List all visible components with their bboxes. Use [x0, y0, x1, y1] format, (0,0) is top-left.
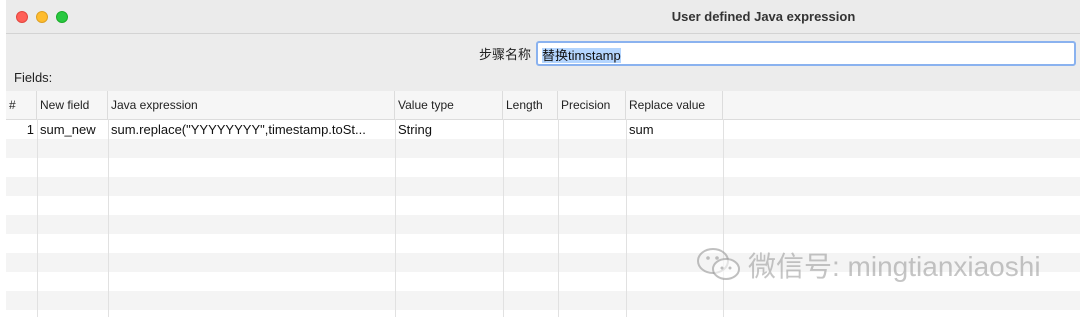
dialog-window: User defined Java expression 步骤名称 替换tims…: [6, 0, 1080, 317]
column-divider: [37, 119, 38, 317]
empty-table-row[interactable]: [6, 177, 1080, 196]
column-divider: [395, 119, 396, 317]
empty-table-row[interactable]: [6, 215, 1080, 234]
column-header-length[interactable]: Length: [503, 91, 558, 119]
column-header-new-field[interactable]: New field: [37, 91, 108, 119]
fields-label: Fields:: [14, 70, 53, 85]
step-name-label: 步骤名称: [478, 47, 531, 62]
column-divider: [626, 119, 627, 317]
cell-new-field[interactable]: sum_new: [37, 120, 108, 139]
column-header-number[interactable]: #: [6, 91, 37, 119]
window-title: User defined Java expression: [671, 9, 856, 24]
row-number: 1: [26, 122, 34, 137]
maximize-window-button[interactable]: [56, 11, 68, 23]
watermark-text: 微信号: mingtianxiaoshi: [748, 251, 1041, 282]
title-bar: User defined Java expression: [6, 0, 1080, 34]
empty-table-row[interactable]: [6, 291, 1080, 310]
step-name-input[interactable]: 替换timstamp: [536, 41, 1076, 66]
fields-table-header: # New field Java expression Value type L…: [6, 91, 1080, 120]
column-header-precision[interactable]: Precision: [558, 91, 626, 119]
empty-table-row[interactable]: [6, 139, 1080, 158]
wechat-icon: [696, 247, 742, 283]
watermark: 微信号: mingtianxiaoshi: [696, 245, 1041, 285]
cell-length[interactable]: [503, 120, 558, 139]
empty-table-row[interactable]: [6, 158, 1080, 177]
column-divider: [108, 119, 109, 317]
empty-table-row[interactable]: [6, 196, 1080, 215]
minimize-window-button[interactable]: [36, 11, 48, 23]
table-row[interactable]: 1 sum_new sum.replace("YYYYYYYY",timesta…: [6, 120, 1080, 139]
close-window-button[interactable]: [16, 11, 28, 23]
cell-value-type[interactable]: String: [395, 120, 503, 139]
column-divider: [558, 119, 559, 317]
column-divider: [723, 119, 724, 317]
column-header-value-type[interactable]: Value type: [395, 91, 503, 119]
column-header-replace-value[interactable]: Replace value: [626, 91, 723, 119]
cell-precision[interactable]: [558, 120, 626, 139]
column-divider: [503, 119, 504, 317]
cell-replace-value[interactable]: sum: [626, 120, 723, 139]
cell-java-expression[interactable]: sum.replace("YYYYYYYY",timestamp.toSt...: [108, 120, 395, 139]
column-header-java-expression[interactable]: Java expression: [108, 91, 395, 119]
step-name-value: 替换timstamp: [542, 48, 621, 63]
